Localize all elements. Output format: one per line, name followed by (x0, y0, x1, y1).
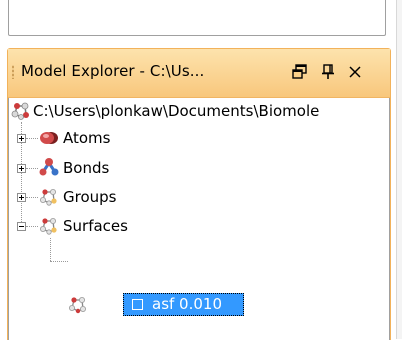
close-icon[interactable] (346, 63, 364, 81)
tree-connector-line (50, 238, 52, 261)
right-edge-strip (396, 0, 402, 339)
pin-icon[interactable] (319, 63, 337, 81)
tree-connector-line (50, 261, 68, 263)
expand-plus-icon[interactable] (17, 134, 26, 143)
tree-item-label: asf 0.010 (152, 295, 222, 313)
visibility-checkbox[interactable] (132, 299, 143, 310)
tree-root-node[interactable]: C:\Users\plonkaw\Documents\Biomole (9, 100, 389, 122)
bonds-icon (39, 157, 59, 177)
surfaces-icon (39, 216, 59, 236)
expand-plus-icon[interactable] (17, 164, 26, 173)
tree-item-label: Bonds (63, 159, 110, 177)
tree-item-bonds[interactable]: Bonds (9, 157, 209, 179)
restore-window-icon[interactable] (291, 63, 309, 81)
tree-item-label: Surfaces (63, 217, 128, 235)
tree-item-label: Atoms (63, 129, 111, 147)
expand-plus-icon[interactable] (17, 193, 26, 202)
upper-pane (0, 0, 402, 52)
model-explorer-panel: Model Explorer - C:\Us... C:\Users\plonk… (7, 48, 391, 340)
collapse-minus-icon[interactable] (17, 222, 26, 231)
tree-item-groups[interactable]: Groups (9, 186, 209, 208)
tree-item-surfaces[interactable]: Surfaces (9, 215, 209, 237)
groups-icon (39, 187, 59, 207)
tree-item-label: Groups (63, 188, 117, 206)
atoms-icon (39, 128, 59, 148)
model-molecule-icon (11, 101, 31, 121)
grip-handle-icon[interactable] (12, 65, 14, 79)
panel-header[interactable]: Model Explorer - C:\Us... (8, 49, 390, 98)
model-tree[interactable]: C:\Users\plonkaw\Documents\Biomole Atoms… (8, 98, 390, 340)
tree-root-label: C:\Users\plonkaw\Documents\Biomole (33, 102, 320, 120)
tree-item-surface-asf[interactable]: asf 0.010 (123, 293, 244, 316)
panel-title: Model Explorer - C:\Us... (21, 62, 205, 80)
surface-item-icon (68, 295, 88, 315)
tree-item-atoms[interactable]: Atoms (9, 127, 209, 149)
upper-pane-content (8, 0, 386, 36)
